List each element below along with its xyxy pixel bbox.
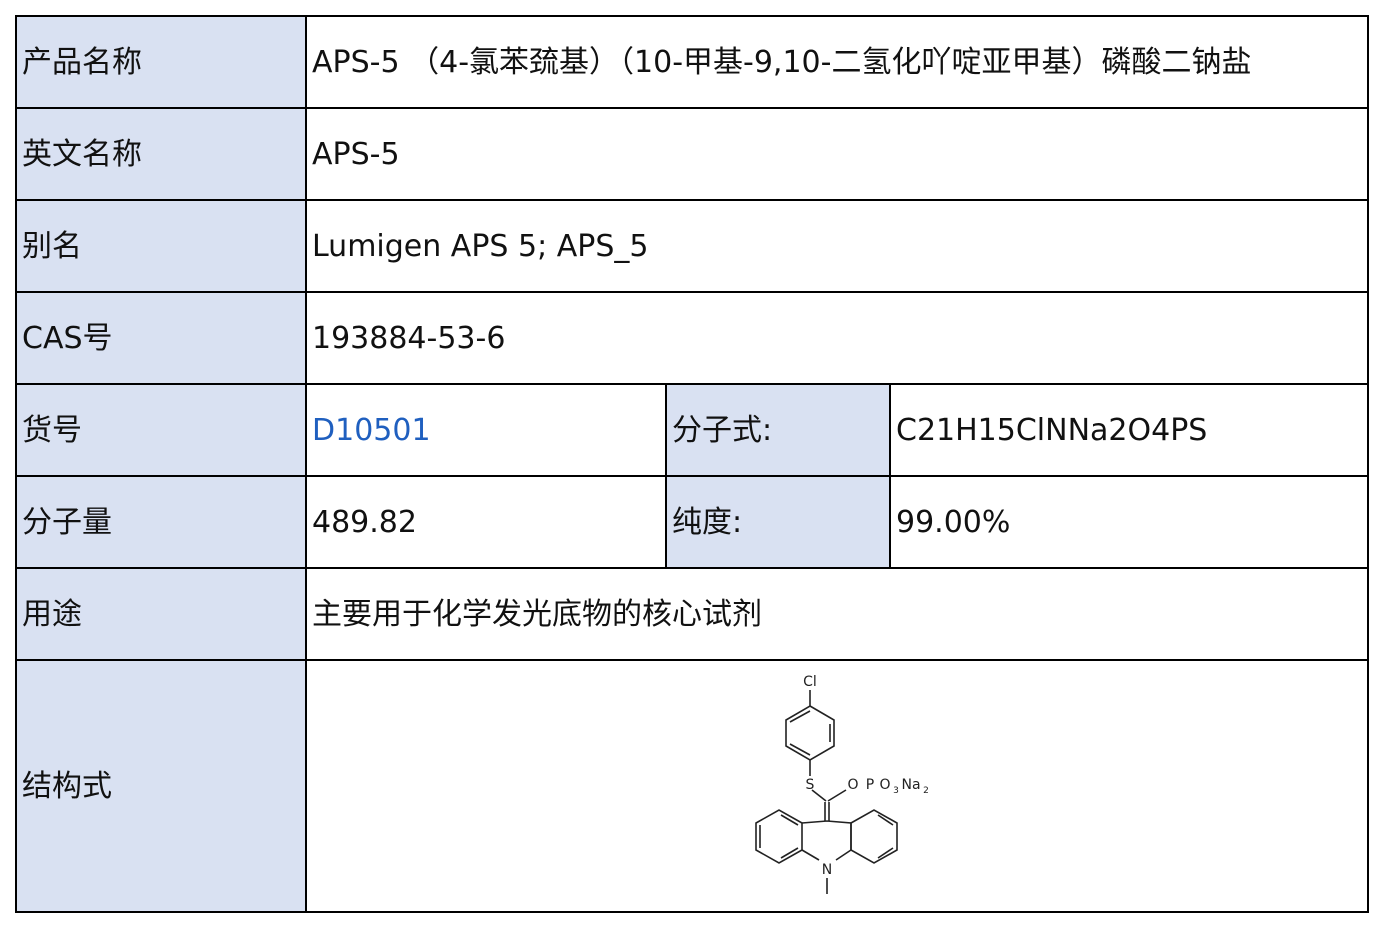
english-name-label: 英文名称 [15,107,307,201]
usage-value: 主要用于化学发光底物的核心试剂 [304,567,1370,661]
purity-value: 99.00% [888,475,1370,569]
row-item-formula: 货号 D10501 分子式: C21H15ClNNa2O4PS [15,383,1370,477]
row-english-name: 英文名称 APS-5 [15,107,1370,201]
chlorine-label: Cl [803,674,817,690]
row-alias: 别名 Lumigen APS 5; APS_5 [15,199,1370,293]
sodium-subscript: 2 [923,786,929,796]
formula-label: 分子式: [665,383,891,477]
oxygen-label: O [847,777,858,793]
product-name-label: 产品名称 [15,15,307,109]
structure-cell: Cl S O P O 3 Na 2 N [304,659,1370,913]
formula-value: C21H15ClNNa2O4PS [888,383,1370,477]
nitrogen-label: N [821,862,831,878]
item-no-cell: D10501 [305,383,667,477]
row-structure: 结构式 Cl S O P O 3 Na 2 N [15,659,1370,913]
row-weight-purity: 分子量 489.82 纯度: 99.00% [15,475,1370,569]
alias-label: 别名 [15,199,307,293]
item-no-label: 货号 [15,383,307,477]
cas-value: 193884-53-6 [304,291,1370,385]
mol-weight-label: 分子量 [15,475,307,569]
item-no-link[interactable]: D10501 [312,413,431,448]
row-product-name: 产品名称 APS-5 （4-氯苯巯基）（10-甲基-9,10-二氢化吖啶亚甲基）… [15,15,1370,109]
english-name-value: APS-5 [304,107,1370,201]
product-name-value: APS-5 （4-氯苯巯基）（10-甲基-9,10-二氢化吖啶亚甲基）磷酸二钠盐 [304,15,1370,109]
purity-label: 纯度: [665,475,891,569]
product-spec-table: 产品名称 APS-5 （4-氯苯巯基）（10-甲基-9,10-二氢化吖啶亚甲基）… [15,15,1370,913]
usage-label: 用途 [15,567,307,661]
structure-label: 结构式 [15,659,307,913]
sodium-label: Na [901,777,920,793]
cas-label: CAS号 [15,291,307,385]
phosphate-subscript: 3 [893,786,899,796]
sulfur-label: S [805,777,814,793]
mol-weight-value: 489.82 [305,475,667,569]
phosphorus-label: P [865,777,873,793]
alias-value: Lumigen APS 5; APS_5 [304,199,1370,293]
row-usage: 用途 主要用于化学发光底物的核心试剂 [15,567,1370,661]
structure-diagram: Cl S O P O 3 Na 2 N [754,674,929,894]
row-cas: CAS号 193884-53-6 [15,291,1370,385]
phosphate-oxygen-label: O [879,777,890,793]
